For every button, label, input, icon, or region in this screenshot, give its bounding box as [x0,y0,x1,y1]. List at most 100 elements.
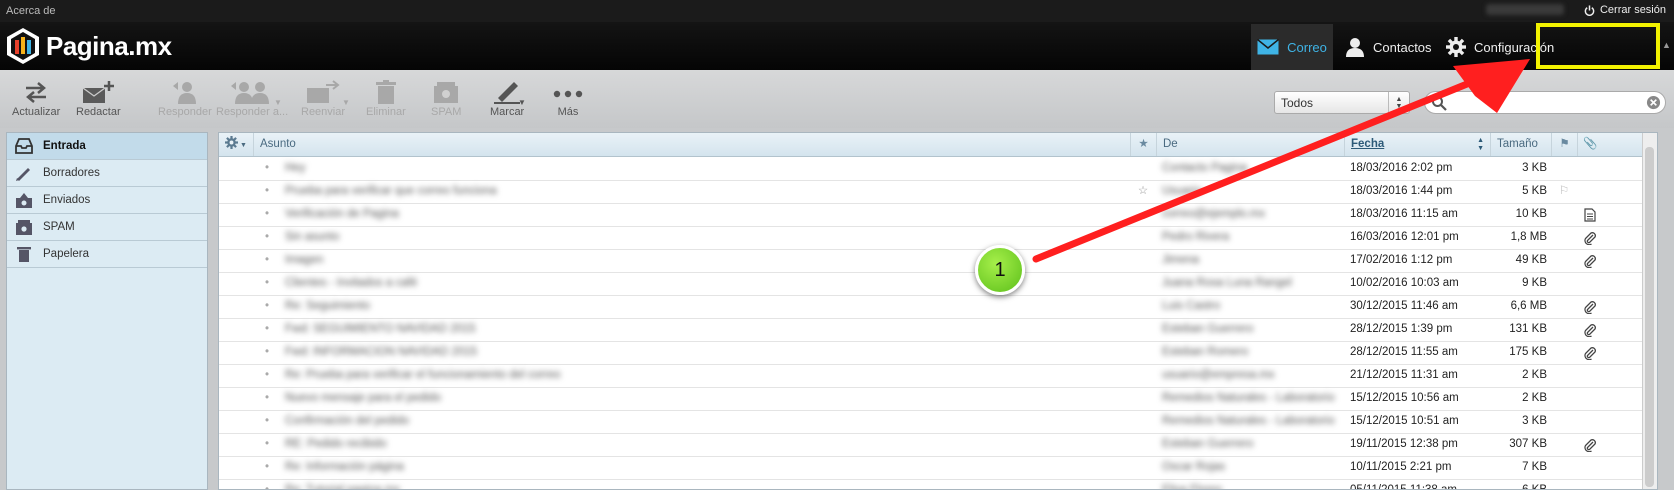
filter-select[interactable]: Todos ▲ ▼ [1274,91,1410,114]
message-subject[interactable]: Re: Seguimiento [285,295,1125,318]
flag-toggle-icon[interactable] [1551,203,1577,226]
folder-spam[interactable]: SPAM [7,214,207,241]
table-row[interactable]: • Re: Prueba para verificar el funcionami… [219,364,1643,388]
table-row[interactable]: • Re: Seguimiento Luis Castro 30/12/2015 11… [219,295,1643,319]
compose-button[interactable]: Redactar [76,80,121,118]
filter-value: Todos [1281,96,1314,110]
attachment-cell [1577,341,1603,364]
attachment-cell [1577,180,1603,203]
folder-sent[interactable]: Enviados [7,187,207,214]
flag-toggle-icon[interactable] [1551,456,1577,479]
table-row[interactable]: • Nuevo mensaje para el pedido Remedios Na… [219,387,1643,411]
nav-contacts[interactable]: Contactos [1345,24,1432,70]
star-toggle-icon[interactable] [1130,295,1156,318]
mark-dropdown-icon[interactable]: ▼ [518,98,526,107]
star-toggle-icon[interactable] [1130,479,1156,489]
logout-link[interactable]: Cerrar sesión [1584,4,1666,16]
star-toggle-icon[interactable] [1130,203,1156,226]
column-from[interactable]: De [1156,133,1344,156]
message-subject[interactable]: RE: Pedido recibido [285,433,1125,456]
attachment-cell [1577,433,1603,456]
reply-button[interactable]: Responder [158,80,212,118]
nav-mail[interactable]: Correo [1251,24,1333,70]
flag-toggle-icon[interactable] [1551,157,1577,180]
table-row[interactable]: • Re: Información página Oscar Rojas 10/11/… [219,456,1643,480]
folder-drafts[interactable]: Borradores [7,160,207,187]
flag-toggle-icon[interactable]: ⚐ [1551,180,1577,203]
forward-button[interactable]: Reenviar [301,80,345,118]
table-row[interactable]: • Fwd: INFORMACION NAVIDAD 2015 Esteban Ro… [219,341,1643,365]
message-from: Oscar Rojas [1162,461,1226,473]
message-date: 10/11/2015 2:21 pm [1350,461,1452,473]
flag-toggle-icon[interactable] [1551,433,1577,456]
column-attachment[interactable]: 📎 [1577,133,1603,156]
flag-toggle-icon[interactable] [1551,249,1577,272]
table-row[interactable]: • Sin asunto Pedro Rivera 16/03/2016 12:01 … [219,226,1643,250]
table-row[interactable]: • Hey Contacto Pagina 18/03/2016 2:02 pm 3 K… [219,157,1643,181]
more-button[interactable]: Más [553,80,583,118]
flag-toggle-icon[interactable] [1551,272,1577,295]
star-toggle-icon[interactable] [1130,341,1156,364]
star-toggle-icon[interactable] [1130,410,1156,433]
message-subject[interactable]: Re: Tutorial pagina.mx [285,479,1125,489]
star-toggle-icon[interactable] [1130,387,1156,410]
message-subject[interactable]: Confirmación del pedido [285,410,1125,433]
delete-button[interactable]: Eliminar [366,80,406,118]
star-toggle-icon[interactable] [1130,433,1156,456]
flag-toggle-icon[interactable] [1551,341,1577,364]
reply-all-dropdown-icon[interactable]: ▼ [274,98,282,107]
message-list-scrollbar[interactable] [1642,133,1657,489]
message-subject[interactable]: Fwd: SEGUIMIENTO NAVIDAD 2015 [285,318,1125,341]
folder-trash[interactable]: Papelera [7,241,207,268]
star-toggle-icon[interactable] [1130,456,1156,479]
nav-overflow-caret-icon: ▲ [1662,40,1671,50]
star-toggle-icon[interactable] [1130,226,1156,249]
forward-dropdown-icon[interactable]: ▼ [342,98,350,107]
table-row[interactable]: • Imagen Jimena 17/02/2016 1:12 pm 49 KB [219,249,1643,273]
message-subject[interactable]: Hey [285,157,1125,180]
table-row[interactable]: • Verificación de Pagina correo@ejemplo.mx… [219,203,1643,227]
about-link[interactable]: Acerca de [6,5,56,17]
message-subject[interactable]: Re: Información página [285,456,1125,479]
status-dot-icon: • [265,415,270,427]
flag-toggle-icon[interactable] [1551,364,1577,387]
message-subject[interactable]: Prueba para verificar que correo funcion… [285,180,1125,203]
table-row[interactable]: • Clientes - Invitados a café Juana Rosa L… [219,272,1643,296]
column-subject[interactable]: Asunto [253,133,1130,156]
flag-toggle-icon[interactable] [1551,226,1577,249]
message-from: Luis Castro [1162,300,1221,312]
table-row[interactable]: • Prueba para verificar que correo funcio… [219,180,1643,204]
folder-inbox[interactable]: Entrada [7,133,207,160]
scrollbar-thumb[interactable] [1645,147,1654,487]
clear-search-icon[interactable] [1646,95,1661,110]
message-subject[interactable]: Re: Prueba para verificar el funcionamie… [285,364,1125,387]
flag-toggle-icon[interactable] [1551,387,1577,410]
table-row[interactable]: • Fwd: SEGUIMIENTO NAVIDAD 2015 Esteban Gu… [219,318,1643,342]
list-options-column[interactable]: ▼ [219,133,253,156]
message-subject[interactable]: Nuevo mensaje para el pedido [285,387,1125,410]
star-toggle-icon[interactable] [1130,249,1156,272]
table-row[interactable]: • Confirmación del pedido Remedios Natural… [219,410,1643,434]
table-row[interactable]: • RE: Pedido recibido Esteban Guerrero 19/1… [219,433,1643,457]
column-flag[interactable]: ⚑ [1551,133,1577,156]
star-toggle-icon[interactable]: ☆ [1130,180,1156,203]
table-row[interactable]: • Re: Tutorial pagina.mx Elisa Flores 05/11… [219,479,1643,489]
star-toggle-icon[interactable] [1130,272,1156,295]
star-toggle-icon[interactable] [1130,318,1156,341]
column-size[interactable]: Tamaño [1490,133,1551,156]
logo[interactable]: Pagina.mx [6,27,172,65]
spam-button[interactable]: SPAM [431,80,461,118]
refresh-button[interactable]: Actualizar [12,80,60,118]
flag-toggle-icon[interactable] [1551,318,1577,341]
message-subject[interactable]: Fwd: INFORMACION NAVIDAD 2015 [285,341,1125,364]
app-header: Pagina.mx Correo Contactos Configuración… [0,22,1674,70]
flag-toggle-icon[interactable] [1551,479,1577,489]
search-input[interactable] [1424,91,1666,114]
flag-toggle-icon[interactable] [1551,295,1577,318]
star-toggle-icon[interactable] [1130,157,1156,180]
flag-toggle-icon[interactable] [1551,410,1577,433]
column-star[interactable]: ★ [1130,133,1156,156]
star-toggle-icon[interactable] [1130,364,1156,387]
message-subject[interactable]: Verificación de Pagina [285,203,1125,226]
column-date[interactable]: Fecha ▲ ▼ [1344,133,1490,156]
